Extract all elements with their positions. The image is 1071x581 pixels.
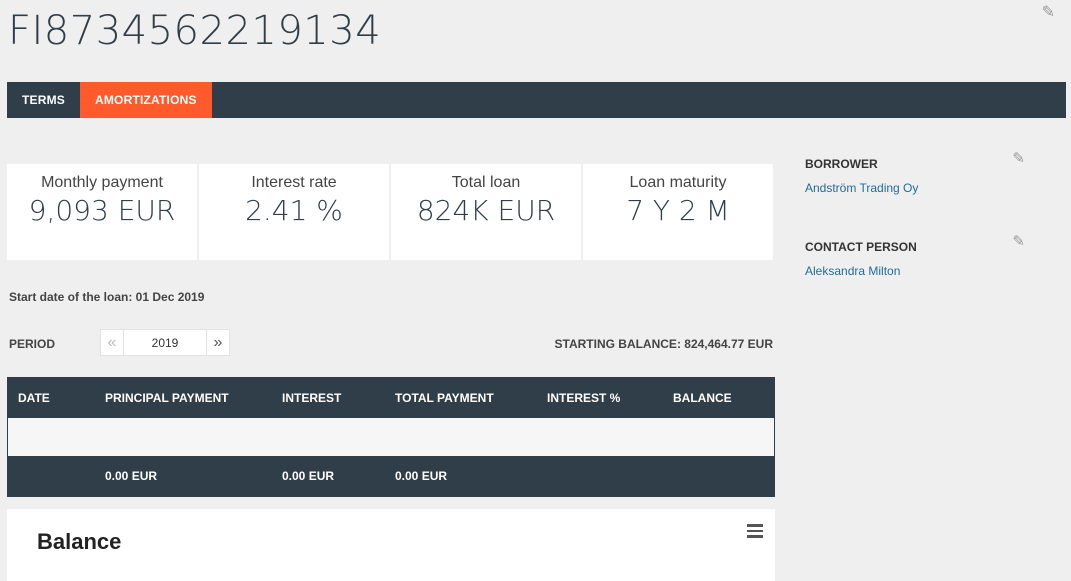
double-chevron-left-icon[interactable]: «: [100, 329, 124, 356]
stat-total-loan: Total loan 824K EUR: [391, 164, 581, 260]
double-chevron-right-icon[interactable]: »: [206, 329, 230, 356]
stat-interest-rate: Interest rate 2.41 %: [199, 164, 389, 260]
period-label: PERIOD: [9, 337, 56, 351]
stat-monthly-payment: Monthly payment 9,093 EUR: [7, 164, 197, 260]
contact-section: CONTACT PERSON Aleksandra Milton ✎: [805, 233, 1025, 278]
page-title: FI8734562219134: [8, 8, 382, 54]
table-empty-row: [8, 418, 774, 456]
loan-start-date: Start date of the loan: 01 Dec 2019: [9, 290, 205, 304]
table-header-row: DATE PRINCIPAL PAYMENT INTEREST TOTAL PA…: [8, 378, 774, 418]
stat-value: 9,093 EUR: [28, 194, 176, 227]
column-header-interest[interactable]: INTEREST: [272, 391, 385, 405]
stat-label: Total loan: [451, 174, 521, 191]
starting-balance: STARTING BALANCE: 824,464.77 EUR: [554, 337, 774, 351]
loan-stats: Monthly payment 9,093 EUR Interest rate …: [7, 164, 773, 260]
tab-bar: TERMS AMORTIZATIONS: [7, 82, 1066, 118]
column-header-date[interactable]: DATE: [8, 391, 96, 405]
total-payment: 0.00 EUR: [395, 469, 448, 483]
amortization-table: DATE PRINCIPAL PAYMENT INTEREST TOTAL PA…: [7, 377, 775, 497]
stat-value: 7 Y 2 M: [626, 194, 730, 227]
contact-link[interactable]: Aleksandra Milton: [805, 264, 1025, 278]
total-principal: 0.00 EUR: [105, 469, 158, 483]
column-header-interest-pct[interactable]: INTEREST %: [537, 391, 663, 405]
tab-terms[interactable]: TERMS: [7, 82, 80, 118]
total-interest: 0.00 EUR: [282, 469, 335, 483]
stat-label: Monthly payment: [41, 174, 163, 191]
stat-value: 824K EUR: [416, 194, 556, 227]
table-totals-row: 0.00 EUR 0.00 EUR 0.00 EUR: [8, 456, 774, 496]
borrower-section: BORROWER Andström Trading Oy ✎: [805, 150, 1025, 195]
column-header-balance[interactable]: BALANCE: [663, 391, 774, 405]
pencil-icon[interactable]: ✎: [1012, 232, 1025, 250]
stat-label: Interest rate: [251, 174, 337, 191]
contact-heading: CONTACT PERSON: [805, 240, 917, 254]
balance-title: Balance: [37, 529, 122, 554]
stat-loan-maturity: Loan maturity 7 Y 2 M: [583, 164, 773, 260]
borrower-link[interactable]: Andström Trading Oy: [805, 181, 1025, 195]
borrower-heading: BORROWER: [805, 157, 878, 171]
period-year: 2019: [124, 329, 206, 356]
balance-card: Balance: [7, 509, 775, 581]
tab-amortizations[interactable]: AMORTIZATIONS: [80, 82, 212, 118]
period-selector: « 2019 »: [100, 329, 230, 356]
hamburger-menu-icon[interactable]: [747, 524, 763, 541]
stat-label: Loan maturity: [629, 174, 727, 191]
column-header-total[interactable]: TOTAL PAYMENT: [385, 391, 537, 405]
pencil-icon[interactable]: ✎: [1042, 2, 1055, 22]
pencil-icon[interactable]: ✎: [1012, 149, 1025, 167]
stat-value: 2.41 %: [245, 194, 343, 227]
column-header-principal[interactable]: PRINCIPAL PAYMENT: [96, 391, 272, 405]
